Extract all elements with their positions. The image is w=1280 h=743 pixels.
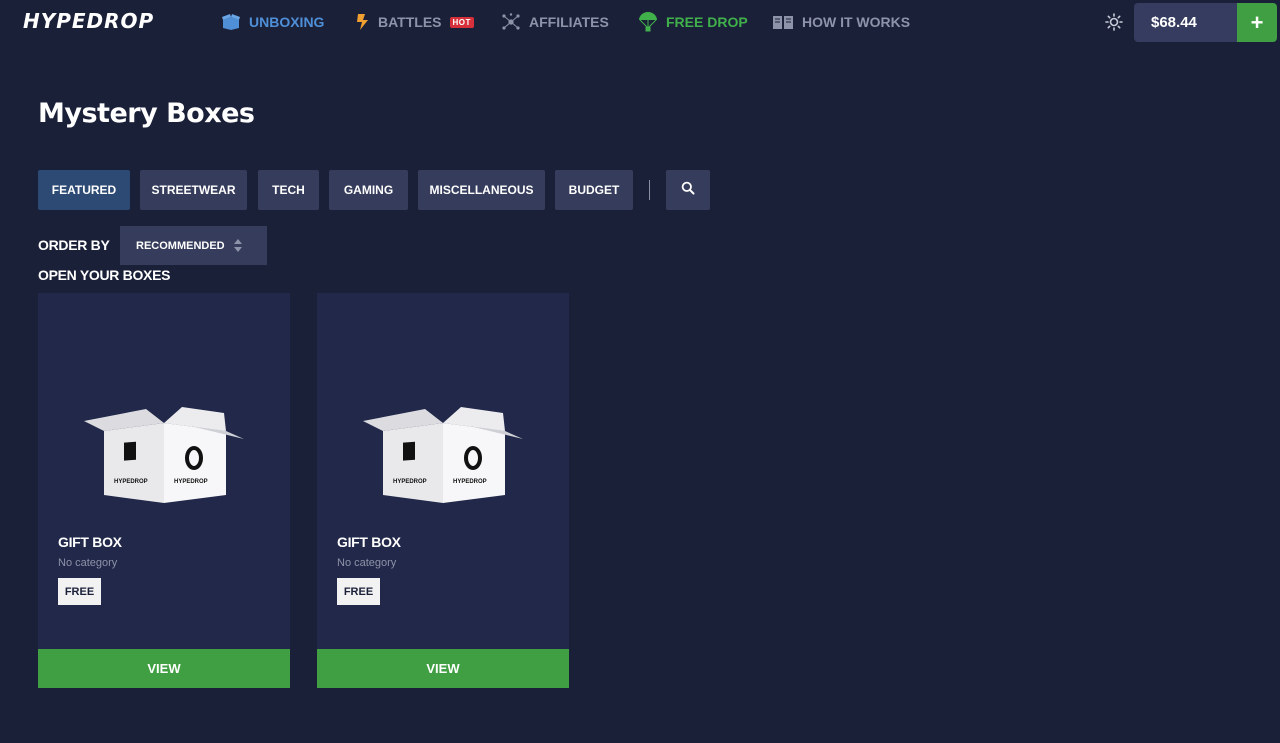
box-card[interactable]: HYPEDROP HYPEDROP GIFT BOX No category F…	[317, 293, 569, 688]
gift-box-image: HYPEDROP HYPEDROP	[363, 407, 523, 503]
box-icon	[221, 14, 241, 30]
sort-arrows-icon	[233, 238, 243, 253]
nav-battles[interactable]: BATTLES HOT	[356, 12, 474, 32]
nav-free-drop[interactable]: FREE DROP	[638, 12, 748, 32]
top-navigation-bar: HYPEDROP UNBOXING BATTLES HOT AFFILIATES…	[0, 0, 1280, 44]
nav-free-drop-label: FREE DROP	[666, 14, 748, 30]
order-by-select[interactable]: RECOMMENDED	[120, 226, 267, 265]
nav-affiliates[interactable]: AFFILIATES	[501, 12, 609, 32]
nav-unboxing[interactable]: UNBOXING	[221, 12, 324, 32]
search-icon	[681, 181, 695, 200]
box-category: No category	[337, 557, 397, 569]
nav-affiliates-label: AFFILIATES	[529, 14, 609, 30]
box-category: No category	[58, 557, 118, 569]
tab-gaming[interactable]: GAMING	[329, 170, 408, 210]
sun-icon[interactable]	[1104, 12, 1124, 32]
nav-battles-label: BATTLES	[378, 14, 442, 30]
box-print-right: HYPEDROP	[174, 479, 208, 485]
nav-unboxing-label: UNBOXING	[249, 14, 325, 30]
view-button[interactable]: VIEW	[317, 649, 569, 688]
section-heading: OPEN YOUR BOXES	[38, 267, 171, 283]
nav-how-it-works[interactable]: HOW IT WORKS	[772, 12, 910, 32]
balance-amount: $68.44	[1151, 14, 1197, 31]
tab-tech[interactable]: TECH	[258, 170, 319, 210]
book-icon	[772, 14, 794, 30]
order-by-label: ORDER BY	[38, 237, 110, 253]
hot-badge: HOT	[449, 16, 474, 28]
box-name: GIFT BOX	[58, 534, 122, 550]
tab-featured[interactable]: FEATURED	[38, 170, 130, 210]
parachute-icon	[638, 12, 658, 32]
tab-budget[interactable]: BUDGET	[555, 170, 633, 210]
view-button[interactable]: VIEW	[38, 649, 290, 688]
nav-how-it-works-label: HOW IT WORKS	[802, 14, 911, 30]
price-badge: FREE	[58, 578, 101, 605]
box-print-right: HYPEDROP	[453, 479, 487, 485]
tab-miscellaneous[interactable]: MISCELLANEOUS	[418, 170, 545, 210]
box-card[interactable]: HYPEDROP HYPEDROP GIFT BOX No category F…	[38, 293, 290, 688]
order-by-value: RECOMMENDED	[136, 239, 225, 252]
gift-box-image: HYPEDROP HYPEDROP	[84, 407, 244, 503]
price-badge: FREE	[337, 578, 380, 605]
network-icon	[501, 13, 521, 31]
tab-streetwear[interactable]: STREETWEAR	[140, 170, 247, 210]
page-title: Mystery Boxes	[38, 98, 255, 129]
tab-divider	[649, 180, 650, 200]
search-button[interactable]	[666, 170, 710, 210]
lightning-icon	[356, 13, 370, 31]
add-funds-button[interactable]: +	[1237, 3, 1277, 42]
box-name: GIFT BOX	[337, 534, 401, 550]
box-print-left: HYPEDROP	[114, 479, 148, 485]
box-print-left: HYPEDROP	[393, 479, 427, 485]
hypedrop-logo[interactable]: HYPEDROP	[23, 9, 154, 33]
balance-display[interactable]: $68.44	[1134, 3, 1238, 42]
